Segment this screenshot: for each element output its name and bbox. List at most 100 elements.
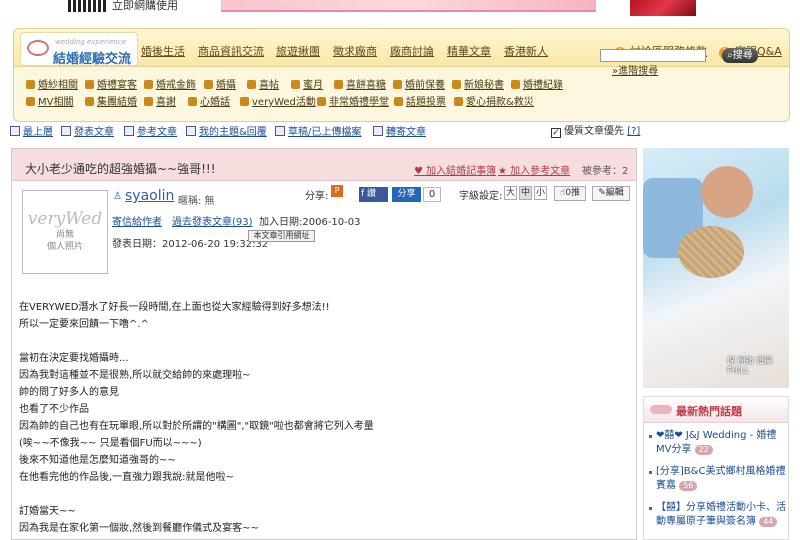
sub-nav-item[interactable]: MV相關 <box>26 93 73 108</box>
avatar: veryWed 尚無 個人照片 <box>22 190 108 274</box>
sub-nav-item[interactable]: 婚攝 <box>204 76 236 91</box>
sub-nav-item[interactable]: 心婚話 <box>188 93 230 108</box>
font-size-small[interactable]: 小 <box>534 186 547 200</box>
sub-nav-item[interactable]: 婚紗相關 <box>26 76 78 91</box>
edit-button[interactable]: ✎編輯 <box>592 186 630 201</box>
post-body: 在VERYWED潛水了好長一段時間,在上面也從大家經驗得到好多想法!! 所以一定… <box>19 299 629 537</box>
sub-nav-item[interactable]: 非常婚禮學堂 <box>317 93 389 108</box>
contact-author-link[interactable]: 寄信給作者 <box>112 217 162 228</box>
logo-title: 結婚經驗交流 <box>53 52 132 67</box>
author-nickname: 暱稱: 無 <box>178 196 215 207</box>
share-button[interactable]: 分享 <box>392 187 421 202</box>
post-date: 發表日期：2012-06-20 19:32:32 <box>112 239 269 250</box>
hot-topic-title: ❤囍❤ J&J Wedding - 婚禮MV分享 <box>656 430 777 455</box>
post-paragraph: 因為我對這種並不是很熟,所以就交給帥的來處理啦~ <box>19 370 251 381</box>
tab-featured-posts[interactable]: 精華文章 <box>447 43 491 59</box>
heart-icon: ♥ <box>414 166 427 177</box>
sub-nav-item[interactable]: 婚禮紀錄 <box>511 76 563 91</box>
past-posts-link[interactable]: 過去發表文章(93) <box>172 217 253 228</box>
ref-count: 被參考：2 <box>582 166 629 177</box>
toolbar-forward[interactable]: 轉寄文章 <box>373 123 426 138</box>
hot-topics-panel: 最新熱門話題 ❤囍❤ J&J Wedding - 婚禮MV分享 22 [分享]B… <box>643 396 789 540</box>
user-icon: ♙ <box>113 191 122 202</box>
plurk-icon[interactable]: P <box>331 185 343 197</box>
toolbar-my-topics[interactable]: 我的主題&回覆 <box>186 123 267 138</box>
sub-nav-item[interactable]: 話題投票 <box>394 93 446 108</box>
post-paragraph: 因為帥的自己也有在玩單眼,所以對於所謂的"構圖","取鏡"啦也都會將它列入考量 <box>19 421 374 432</box>
sub-nav-item[interactable]: 喜餅喜糖 <box>334 76 386 91</box>
mail-icon <box>373 126 383 136</box>
tab-hk-couples[interactable]: 香港新人 <box>504 43 548 59</box>
photo-caption-line: 倪 國強 婚攝 <box>727 356 773 365</box>
wedding-photo-ad[interactable]: 倪 國強 婚攝 PHILL <box>643 148 789 388</box>
toolbar-drafts[interactable]: 草稿/已上傳檔案 <box>275 123 361 138</box>
sub-nav-item[interactable]: 集團結婚 <box>85 93 137 108</box>
add-record-link[interactable]: ♥ 加入結婚記事簿 <box>414 162 496 177</box>
tab-seek-vendor[interactable]: 徵求廠商 <box>333 43 377 59</box>
star-icon: ★ <box>498 166 511 177</box>
tab-product-info[interactable]: 商品資訊交流 <box>198 43 264 59</box>
reply-count-badge: 44 <box>759 517 778 527</box>
tab-vendor-discussion[interactable]: 廠商討論 <box>390 43 434 59</box>
main-navigation: wedding experience 結婚經驗交流 婚後生活 商品資訊交流 旅遊… <box>13 28 790 122</box>
share-label: 分享: <box>305 191 329 202</box>
push-label: 0推 <box>565 188 581 198</box>
pencil-icon: ✎ <box>598 188 606 198</box>
add-record-label: 加入結婚記事簿 <box>426 166 497 177</box>
photo-figure <box>678 226 744 278</box>
toolbar-new-post-label: 發表文章 <box>74 127 114 138</box>
side-banner-ad[interactable] <box>630 0 696 16</box>
top-ad-note[interactable]: 立即網購使用 <box>112 0 178 13</box>
help-link[interactable]: [?] <box>627 126 640 137</box>
advanced-search-link[interactable]: »進階搜尋 <box>612 62 658 77</box>
post-paragraph: 當初在決定要找婚攝時... <box>19 353 129 364</box>
sub-nav-item[interactable]: 婚前保養 <box>393 76 445 91</box>
cite-url-button[interactable]: 本文章引用網址 <box>248 230 315 242</box>
sub-nav-item[interactable]: veryWed活動 <box>240 93 316 108</box>
hot-topic-item[interactable]: ❤囍❤ J&J Wedding - 婚禮MV分享 22 <box>649 429 786 457</box>
push-button[interactable]: ☝0推 <box>554 186 586 201</box>
sub-nav-item[interactable]: 新娘秘書 <box>452 76 504 91</box>
photo-caption: 倪 國強 婚攝 PHILL <box>727 356 772 376</box>
edit-label: 編輯 <box>605 188 624 198</box>
author-links: 寄信給作者 過去發表文章(93) <box>112 213 253 228</box>
search-input[interactable] <box>600 49 706 62</box>
toolbar-ref-posts[interactable]: 參考文章 <box>124 123 177 138</box>
toolbar-new-post[interactable]: 發表文章 <box>61 123 114 138</box>
quality-first-checkbox[interactable]: ✓ 優質文章優先 [?] <box>551 122 640 138</box>
avatar-logo: veryWed <box>27 209 103 229</box>
hot-topic-item[interactable]: 【囍】分享婚禮活動小卡、活動專屬原子筆與簽名簿 44 <box>649 501 786 529</box>
new-badge-icon <box>650 405 672 414</box>
facebook-like-button[interactable]: f 讚 <box>359 187 388 202</box>
font-size-medium[interactable]: 中 <box>519 186 532 200</box>
post-paragraph: 在VERYWED潛水了好長一段時間,在上面也從大家經驗得到好多想法!! <box>19 302 330 313</box>
post-paragraph: 後來不知道他是怎麼知道強哥的~~ <box>19 455 176 466</box>
search-button[interactable]: ⌕搜尋 <box>722 48 758 63</box>
add-ref-link[interactable]: ★ 加入參考文章 <box>498 162 570 177</box>
font-size-large[interactable]: 大 <box>504 186 517 200</box>
bookmark-icon <box>124 126 134 136</box>
sub-nav-item[interactable]: 婚禮宴客 <box>85 76 137 91</box>
toolbar-ref-posts-label: 參考文章 <box>137 127 177 138</box>
reply-count-badge: 22 <box>694 445 713 455</box>
tab-travel-group[interactable]: 旅遊揪團 <box>276 43 320 59</box>
toolbar-top-level[interactable]: 最上層 <box>10 123 53 138</box>
sub-nav-item[interactable]: 婚戒金飾 <box>144 76 196 91</box>
forum-logo[interactable]: wedding experience 結婚經驗交流 <box>20 32 138 67</box>
share-count: 0 <box>423 187 441 202</box>
post-paragraph: (唉~~不像我~~ 只是看個FU而以~~~) <box>19 438 202 449</box>
post-header: 大小老少通吃的超強婚攝~~強哥!!! ♥ 加入結婚記事簿 ★ 加入參考文章 被參… <box>12 149 636 181</box>
quality-first-label: 優質文章優先 <box>564 126 624 137</box>
sub-nav-item[interactable]: 喜帖 <box>247 76 279 91</box>
top-banner-ad[interactable] <box>221 0 596 12</box>
hot-topic-item[interactable]: [分享]B&C美式鄉村風格婚禮賓嘉 56 <box>649 465 786 493</box>
font-size-label: 字級設定: <box>459 191 503 202</box>
sub-nav-item[interactable]: 蜜月 <box>291 76 323 91</box>
sub-nav-item[interactable]: 喜謝 <box>144 93 176 108</box>
avatar-text: 尚無 <box>55 230 74 240</box>
sub-nav-item[interactable]: 愛心捐款&救災 <box>454 93 534 108</box>
add-ref-label: 加入參考文章 <box>510 166 571 177</box>
author-name[interactable]: syaolin <box>125 188 174 204</box>
tab-after-marriage[interactable]: 婚後生活 <box>141 43 185 59</box>
photo-figure <box>701 166 753 218</box>
